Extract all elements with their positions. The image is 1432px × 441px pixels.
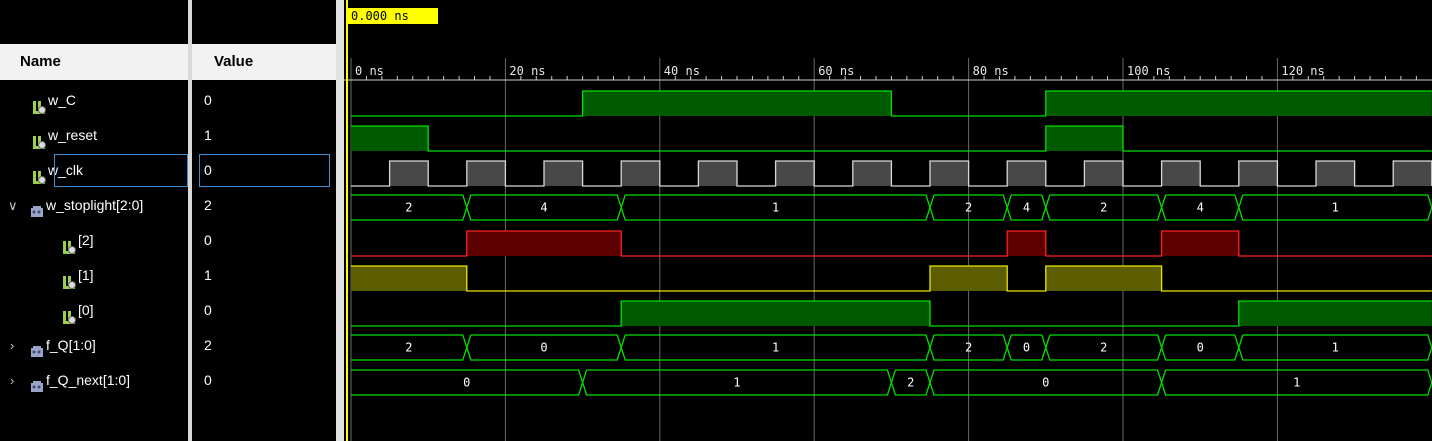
waveform-high-region	[1007, 231, 1046, 256]
clock-high-pulse	[1084, 161, 1123, 186]
signal-value: 0	[204, 302, 212, 318]
value-column-header[interactable]: Value	[192, 44, 336, 80]
chevron-right-icon[interactable]: ›	[10, 328, 14, 363]
selected-name-box	[54, 154, 188, 187]
signal-row-name[interactable]: [2]	[0, 223, 188, 258]
signal-value: 0	[204, 372, 212, 388]
clock-high-pulse	[621, 161, 660, 186]
signal-row-value[interactable]: 0	[192, 363, 336, 398]
cursor-time-label: 0.000 ns	[351, 9, 409, 23]
signal-row-name[interactable]: w_reset	[0, 118, 188, 153]
waveform-high-region	[582, 91, 892, 116]
waveform-high-region	[351, 126, 429, 151]
waveform-high-region	[466, 231, 622, 256]
signal-row-value[interactable]: 2	[192, 328, 336, 363]
pane-divider[interactable]	[336, 0, 344, 441]
clock-high-pulse	[852, 161, 892, 186]
waveform-high-region	[930, 266, 1008, 291]
selected-value-box	[199, 154, 330, 187]
signal-name: w_reset	[48, 127, 98, 143]
signal-name: w_stoplight[2:0]	[46, 197, 144, 213]
waveform-high-region	[1161, 231, 1239, 256]
bus-value-label: 1	[733, 376, 740, 390]
chevron-down-icon[interactable]: ∨	[8, 188, 18, 223]
time-axis-label: 40 ns	[664, 64, 700, 78]
signal-row-name[interactable]: › f_Q_next[1:0]	[0, 363, 188, 398]
bus-value-label: 1	[1332, 201, 1339, 215]
time-axis-label: 80 ns	[973, 64, 1009, 78]
waveform-high-region	[621, 301, 930, 326]
bus-value-label: 0	[1023, 341, 1030, 355]
bus-value-label: 0	[1197, 341, 1204, 355]
clock-high-pulse	[544, 161, 583, 186]
time-axis-label: 60 ns	[818, 64, 854, 78]
bus-value-label: 2	[1100, 341, 1107, 355]
signal-name: [1]	[78, 267, 94, 283]
waveform-high-region	[1045, 266, 1162, 291]
name-column-header[interactable]: Name	[0, 44, 188, 80]
signal-name: [0]	[78, 302, 94, 318]
bus-value-label: 0	[1042, 376, 1049, 390]
signal-row-value[interactable]: 0	[192, 83, 336, 118]
bus-value-label: 4	[1197, 201, 1204, 215]
bus-value-label: 2	[405, 341, 412, 355]
bus-signal-icon	[30, 373, 44, 408]
clock-high-pulse	[1161, 161, 1201, 186]
waveform-panel[interactable]: 0 ns 20 ns 40 ns 60 ns 80 ns 100 ns 120 ns 0.00…	[344, 0, 1432, 441]
signal-name: w_C	[48, 92, 77, 108]
signal-value: 0	[204, 232, 212, 248]
bus-value-label: 2	[405, 201, 412, 215]
bus-value-label: 2	[907, 376, 914, 390]
signal-row-name[interactable]: › f_Q[1:0]	[0, 328, 188, 363]
clock-high-pulse	[1393, 161, 1432, 186]
bus-value-label: 4	[540, 201, 547, 215]
signal-row-name[interactable]: w_C	[0, 83, 188, 118]
time-axis-label: 120 ns	[1281, 64, 1324, 78]
signal-row-name[interactable]: ∨ w_stoplight[2:0]	[0, 188, 188, 223]
time-axis-label: 0 ns	[355, 64, 384, 78]
signal-row-name[interactable]: [0]	[0, 293, 188, 328]
waveform-high-region	[1238, 301, 1432, 326]
bus-value-label: 2	[965, 341, 972, 355]
signal-value: 2	[204, 337, 212, 353]
signal-row-value[interactable]: 2	[192, 188, 336, 223]
bus-value-label: 1	[772, 341, 779, 355]
time-axis-label: 20 ns	[509, 64, 545, 78]
clock-high-pulse	[466, 161, 506, 186]
signal-name: [2]	[78, 232, 94, 248]
bus-value-label: 1	[1332, 341, 1339, 355]
clock-high-pulse	[389, 161, 429, 186]
bus-value-label: 1	[1293, 376, 1300, 390]
bus-value-label: 1	[772, 201, 779, 215]
signal-row-value[interactable]: 1	[192, 118, 336, 153]
clock-high-pulse	[698, 161, 737, 186]
waveform-high-region	[1045, 126, 1123, 151]
clock-high-pulse	[930, 161, 969, 186]
bus-value-label: 2	[1100, 201, 1107, 215]
chevron-right-icon[interactable]: ›	[10, 363, 14, 398]
clock-high-pulse	[1238, 161, 1278, 186]
signal-value: 2	[204, 197, 212, 213]
signal-row-value[interactable]: 0	[192, 223, 336, 258]
signal-value: 1	[204, 127, 212, 143]
clock-high-pulse	[775, 161, 815, 186]
bus-value-label: 2	[965, 201, 972, 215]
clock-high-pulse	[1007, 161, 1046, 186]
waveform-trace	[351, 125, 1432, 152]
signal-value: 0	[204, 92, 212, 108]
bus-value-label: 4	[1023, 201, 1030, 215]
waveform-high-region	[351, 266, 467, 291]
time-axis-label: 100 ns	[1127, 64, 1170, 78]
signal-name: f_Q_next[1:0]	[46, 372, 131, 388]
signal-row-name[interactable]: [1]	[0, 258, 188, 293]
signal-row-value[interactable]: 0	[192, 293, 336, 328]
bus-value-label: 0	[540, 341, 547, 355]
clock-high-pulse	[1316, 161, 1355, 186]
waveform-trace	[351, 265, 1432, 292]
bus-value-label: 0	[463, 376, 470, 390]
signal-value: 1	[204, 267, 212, 283]
waveform-high-region	[1045, 91, 1432, 116]
signal-name: f_Q[1:0]	[46, 337, 96, 353]
signal-row-value[interactable]: 1	[192, 258, 336, 293]
